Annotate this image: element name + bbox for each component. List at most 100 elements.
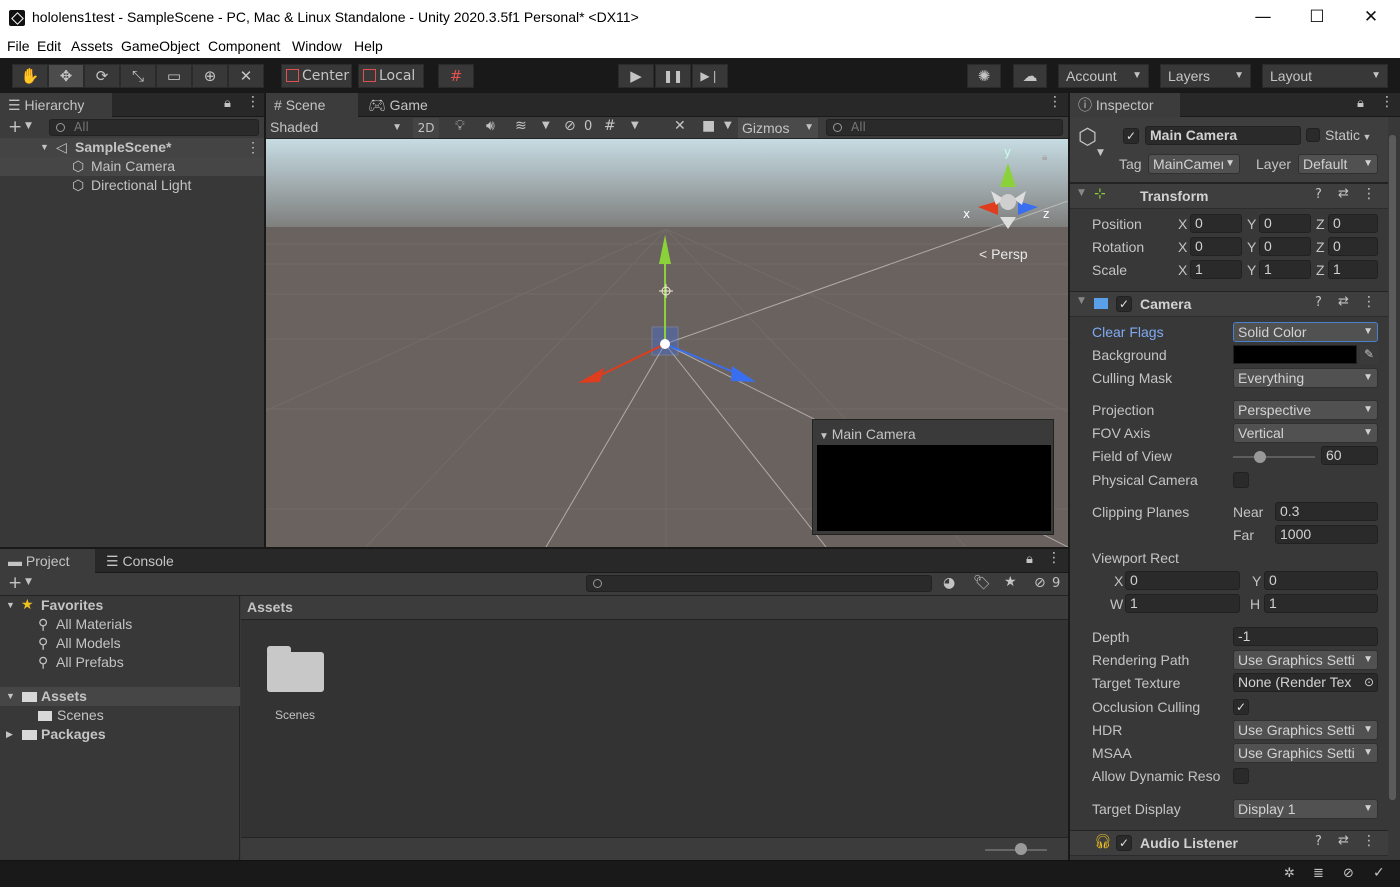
rotate-tool-icon[interactable]: ⟳ xyxy=(84,64,120,88)
preset-icon[interactable]: ⇄ xyxy=(1338,186,1349,201)
chevron-down-icon[interactable]: ▼ xyxy=(542,120,550,131)
kebab-menu-icon[interactable]: ⋮ xyxy=(1048,94,1062,110)
camera-icon[interactable]: ■ xyxy=(702,118,715,134)
expand-arrow-icon[interactable]: ▼ xyxy=(6,687,15,706)
tab-inspector[interactable]: ⓘ Inspector xyxy=(1070,93,1180,117)
custom-tool-icon[interactable]: ✕ xyxy=(228,64,264,88)
object-picker-icon[interactable]: ⊙ xyxy=(1363,674,1374,691)
dynamic-resolution-checkbox[interactable] xyxy=(1233,768,1249,784)
preset-icon[interactable]: ⇄ xyxy=(1338,294,1349,309)
grid-toggle-icon[interactable]: # xyxy=(604,118,616,134)
hidden-objects-icon[interactable]: ⊘ xyxy=(564,118,576,134)
kebab-menu-icon[interactable]: ⋮ xyxy=(1362,186,1376,202)
lock-icon[interactable]: 🔒︎ xyxy=(1042,152,1047,163)
collapse-arrow-icon[interactable]: ▼ xyxy=(819,431,832,442)
maximize-button[interactable]: ☐ xyxy=(1290,0,1344,36)
msaa-dropdown[interactable]: Use Graphics Setti ▼ xyxy=(1233,743,1378,763)
chevron-down-icon[interactable]: ▼ xyxy=(724,120,732,131)
2d-toggle[interactable]: 2D xyxy=(413,118,439,138)
fov-value-field[interactable]: 60 xyxy=(1321,446,1378,465)
kebab-menu-icon[interactable]: ⋮ xyxy=(1047,550,1061,566)
effects-icon[interactable]: ≋ xyxy=(515,118,527,134)
kebab-menu-icon[interactable]: ⋮ xyxy=(1380,94,1394,110)
menu-assets[interactable]: Assets xyxy=(71,38,113,54)
expand-arrow-icon[interactable]: ▼ xyxy=(6,596,15,615)
rotation-y-field[interactable]: 0 xyxy=(1259,237,1311,256)
breadcrumb-assets[interactable]: Assets xyxy=(247,599,293,615)
preset-icon[interactable]: ⇄ xyxy=(1338,833,1349,848)
chevron-down-icon[interactable]: ▼ xyxy=(631,120,639,131)
rotation-x-field[interactable]: 0 xyxy=(1190,237,1242,256)
menu-file[interactable]: File xyxy=(7,38,30,54)
scene-row[interactable]: ▼ ◁ SampleScene* ⋮ xyxy=(0,138,264,157)
hierarchy-item-main-camera[interactable]: ⬡ Main Camera xyxy=(0,157,264,176)
background-color-swatch[interactable] xyxy=(1233,345,1357,364)
projection-dropdown[interactable]: Perspective ▼ xyxy=(1233,400,1378,420)
kebab-menu-icon[interactable]: ⋮ xyxy=(246,138,260,157)
target-texture-field[interactable]: None (Render Tex ⊙ xyxy=(1233,673,1378,692)
pause-button[interactable]: ❚❚ xyxy=(655,64,691,88)
chevron-down-icon[interactable]: ▼ xyxy=(25,577,32,587)
slider-handle[interactable] xyxy=(1015,843,1027,855)
menu-component[interactable]: Component xyxy=(208,38,280,54)
cloud-icon[interactable]: ☁ xyxy=(1013,64,1047,88)
fov-axis-dropdown[interactable]: Vertical ▼ xyxy=(1233,423,1378,443)
static-dropdown[interactable]: Static ▼ xyxy=(1325,127,1371,143)
favorite-item[interactable]: ⚲ All Models xyxy=(0,634,240,653)
active-checkbox[interactable]: ✓ xyxy=(1123,128,1139,144)
hdr-dropdown[interactable]: Use Graphics Setti ▼ xyxy=(1233,720,1378,740)
chevron-down-icon[interactable]: ▼ xyxy=(25,121,32,131)
scale-y-field[interactable]: 1 xyxy=(1259,260,1311,279)
tag-dropdown[interactable]: MainCamera ▼ xyxy=(1148,154,1240,174)
account-dropdown[interactable]: Account ▼ xyxy=(1058,64,1149,88)
search-by-type-icon[interactable]: ◕ xyxy=(943,575,955,591)
position-y-field[interactable]: 0 xyxy=(1259,214,1311,233)
hierarchy-search-input[interactable]: All xyxy=(49,119,259,136)
kebab-menu-icon[interactable]: ⋮ xyxy=(1362,294,1376,310)
near-field[interactable]: 0.3 xyxy=(1275,502,1378,521)
hidden-packages-icon[interactable]: ⊘ xyxy=(1034,575,1046,591)
viewport-x-field[interactable]: 0 xyxy=(1125,571,1240,590)
pivot-center-button[interactable]: Center xyxy=(281,64,352,88)
scene-viewport[interactable]: y x z 🔒︎ < Persp ▼ Main Camera xyxy=(266,139,1068,547)
menu-window[interactable]: Window xyxy=(292,38,342,54)
tab-hierarchy[interactable]: ☰ Hierarchy xyxy=(0,93,112,117)
lock-icon[interactable]: 🔒︎ xyxy=(1026,552,1033,567)
collab-icon[interactable]: ✺ xyxy=(967,64,1001,88)
transform-tool-icon[interactable]: ⊕ xyxy=(192,64,228,88)
play-button[interactable]: ▶ xyxy=(618,64,654,88)
menu-edit[interactable]: Edit xyxy=(37,38,61,54)
auto-generate-lighting-icon[interactable]: ⊘ xyxy=(1343,866,1354,881)
lighting-icon[interactable]: 💡︎ xyxy=(455,118,465,134)
folder-item-scenes[interactable]: Scenes xyxy=(0,706,240,725)
depth-field[interactable]: -1 xyxy=(1233,627,1378,646)
packages-folder-row[interactable]: ▶ Packages xyxy=(0,725,240,744)
viewport-h-field[interactable]: 1 xyxy=(1264,594,1378,613)
progress-check-icon[interactable]: ✓ xyxy=(1373,865,1385,881)
shading-dropdown[interactable]: Shaded ▼ xyxy=(270,118,406,138)
audio-listener-checkbox[interactable]: ✓ xyxy=(1116,835,1132,851)
gameobject-icon[interactable]: ⬡ xyxy=(1078,125,1097,150)
chevron-down-icon[interactable]: ▼ xyxy=(1097,148,1104,158)
viewport-w-field[interactable]: 1 xyxy=(1125,594,1240,613)
culling-mask-dropdown[interactable]: Everything ▼ xyxy=(1233,368,1378,388)
move-tool-icon[interactable]: ✥ xyxy=(48,64,84,88)
folder-icon[interactable] xyxy=(267,646,325,694)
lock-icon[interactable]: 🔒︎ xyxy=(224,96,231,111)
fov-slider-handle[interactable] xyxy=(1254,451,1267,463)
occlusion-culling-checkbox[interactable]: ✓ xyxy=(1233,699,1249,715)
kebab-menu-icon[interactable]: ⋮ xyxy=(1362,833,1376,849)
grid-snap-icon[interactable]: # xyxy=(438,64,474,88)
scrollbar[interactable] xyxy=(1389,135,1396,800)
viewport-y-field[interactable]: 0 xyxy=(1264,571,1378,590)
position-x-field[interactable]: 0 xyxy=(1190,214,1242,233)
layer-dropdown[interactable]: Default ▼ xyxy=(1298,154,1378,174)
step-button[interactable]: ▶❘ xyxy=(692,64,728,88)
expand-arrow-icon[interactable]: ▼ xyxy=(40,138,49,157)
audio-icon[interactable]: 🔊︎ xyxy=(486,118,495,134)
transform-header[interactable]: ▼ ⊹ Transform ? ⇄ ⋮ xyxy=(1070,183,1388,209)
tab-game[interactable]: 🎮︎ Game xyxy=(360,93,440,117)
help-icon[interactable]: ? xyxy=(1315,295,1322,310)
camera-enabled-checkbox[interactable]: ✓ xyxy=(1116,296,1132,312)
favorites-row[interactable]: ▼ ★ Favorites xyxy=(0,596,240,615)
